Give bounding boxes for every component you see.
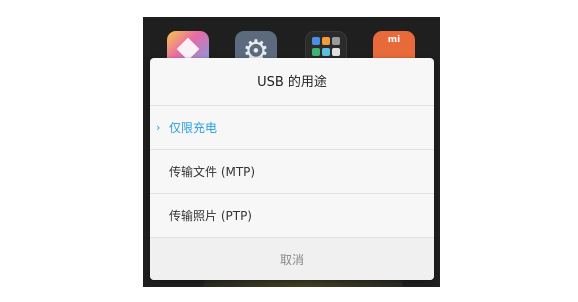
option-label: 传输文件 (MTP) bbox=[169, 165, 256, 179]
dialog-title: USB 的用途 bbox=[150, 58, 434, 106]
folder-mini-app-icon bbox=[312, 37, 320, 45]
usb-purpose-dialog: USB 的用途 › 仅限充电 传输文件 (MTP) 传输照片 (PTP) 取消 bbox=[150, 58, 434, 280]
folder-mini-app-icon bbox=[332, 48, 340, 56]
page: ⚙ mi USB 的用途 › 仅限充电 传输文件 (MTP) 传输照片 (PTP… bbox=[0, 0, 578, 302]
mi-store-label: mi bbox=[387, 35, 401, 45]
theme-diamond-shape bbox=[176, 37, 200, 61]
folder-mini-app-icon bbox=[332, 37, 340, 45]
folder-mini-app-icon bbox=[322, 37, 330, 45]
folder-mini-app-icon bbox=[312, 48, 320, 56]
cancel-button[interactable]: 取消 bbox=[150, 238, 434, 280]
folder-mini-app-icon bbox=[322, 48, 330, 56]
option-label: 传输照片 (PTP) bbox=[169, 209, 252, 223]
option-transfer-photos-ptp[interactable]: 传输照片 (PTP) bbox=[150, 194, 434, 238]
option-transfer-files-mtp[interactable]: 传输文件 (MTP) bbox=[150, 150, 434, 194]
option-charge-only[interactable]: › 仅限充电 bbox=[150, 106, 434, 150]
chevron-right-icon: › bbox=[156, 121, 161, 134]
option-label: 仅限充电 bbox=[169, 121, 218, 135]
